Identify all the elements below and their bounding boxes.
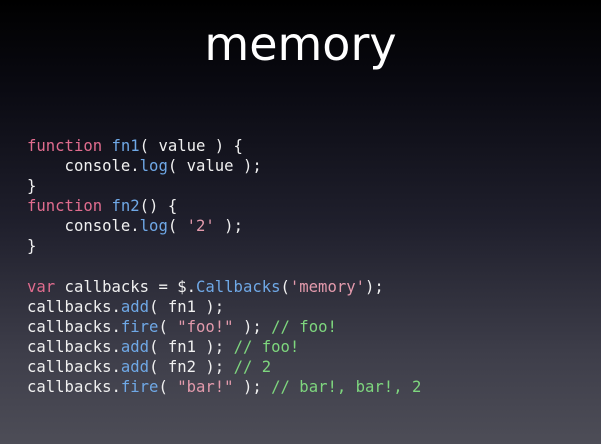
code-token-method: fire: [120, 378, 159, 397]
code-token-method: log: [139, 217, 168, 236]
code-token-method: add: [120, 337, 150, 356]
code-line: callbacks.add( fn2 ); // 2: [27, 357, 421, 377]
code-token-method: Callbacks: [196, 277, 281, 296]
code-token-plain: ( value );: [167, 157, 262, 176]
code-line: console.log( value );: [27, 156, 421, 176]
code-token-plain: console.: [27, 157, 140, 176]
code-line: function fn2() {: [27, 196, 421, 216]
code-token-method: add: [120, 297, 150, 316]
code-token-plain: );: [365, 277, 384, 296]
code-token-plain: callbacks.: [27, 358, 121, 377]
code-token-plain: (: [158, 317, 178, 336]
code-token-plain: callbacks.: [27, 337, 121, 356]
code-token-plain: callbacks.: [27, 297, 121, 316]
code-token-keyword: function: [27, 137, 103, 155]
code-token-plain: () {: [139, 197, 178, 216]
code-token-string: '2': [186, 217, 215, 236]
code-token-plain: callbacks = $.: [55, 277, 196, 296]
code-token-plain: ( value ) {: [139, 137, 243, 155]
code-token-plain: );: [233, 378, 272, 397]
code-token-keyword: var: [27, 277, 56, 296]
code-token-plain: ( fn1 );: [149, 337, 234, 356]
code-token-comment: // 2: [233, 358, 272, 377]
code-token-comment: // foo!: [233, 337, 300, 356]
code-token-plain: callbacks.: [27, 378, 121, 397]
code-line: console.log( '2' );: [27, 216, 421, 236]
code-token-plain: ( fn2 );: [149, 358, 234, 377]
code-token-plain: ( fn1 );: [149, 297, 225, 316]
code-token-plain: console.: [27, 217, 140, 236]
code-token-plain: (: [280, 277, 290, 296]
code-token-keyword: function: [27, 197, 103, 216]
code-line: callbacks.fire( "bar!" ); // bar!, bar!,…: [27, 377, 421, 397]
code-token-plain: );: [214, 217, 243, 236]
code-line: callbacks.add( fn1 ); // foo!: [27, 337, 421, 357]
code-token-method: fire: [120, 317, 159, 336]
code-line: var callbacks = $.Callbacks('memory');: [27, 277, 421, 297]
code-token-string: "foo!": [177, 317, 234, 336]
code-line: callbacks.add( fn1 );: [27, 297, 421, 317]
code-token-method: fn2: [111, 197, 140, 216]
slide-title: memory: [204, 17, 397, 71]
code-token-plain: );: [233, 317, 272, 336]
code-block: function fn1( value ) { console.log( val…: [27, 136, 421, 397]
code-token-method: log: [139, 157, 168, 176]
code-token-plain: }: [27, 237, 37, 256]
code-token-comment: // bar!, bar!, 2: [271, 378, 422, 397]
code-token-plain: callbacks.: [27, 317, 121, 336]
code-token-string: 'memory': [289, 277, 365, 296]
code-token-plain: (: [167, 217, 187, 236]
code-token-plain: }: [27, 177, 37, 196]
code-line: }: [27, 236, 421, 256]
code-line: callbacks.fire( "foo!" ); // foo!: [27, 317, 421, 337]
code-line: }: [27, 176, 421, 196]
code-token-string: "bar!": [177, 378, 234, 397]
code-line: function fn1( value ) {: [27, 136, 421, 156]
code-token-comment: // foo!: [271, 317, 337, 336]
code-token-method: add: [120, 358, 150, 377]
code-token-plain: (: [158, 378, 178, 397]
code-token-method: fn1: [111, 137, 140, 155]
